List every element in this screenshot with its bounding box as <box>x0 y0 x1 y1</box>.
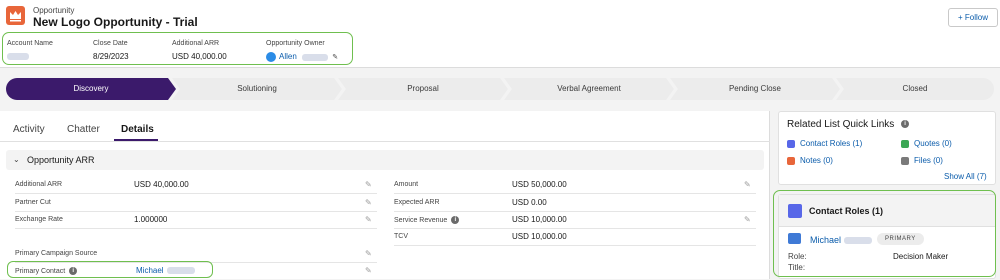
quick-links-title: Related List Quick Links <box>787 119 895 130</box>
edit-pencil-icon[interactable]: ✎ <box>744 180 751 189</box>
highlight-opportunity-owner: Opportunity Owner Allen ✎ <box>266 40 338 62</box>
edit-pencil-icon[interactable]: ✎ <box>365 180 372 189</box>
tab-details[interactable]: Details <box>121 124 154 135</box>
quick-link-label: Quotes (0) <box>914 139 952 148</box>
chevron-down-icon: ⌄ <box>13 155 20 164</box>
contact-roles-annotation <box>773 190 996 277</box>
field-row: Additional ARR USD 40,000.00 ✎ <box>15 178 377 194</box>
field-label: Service Revenue <box>394 216 448 224</box>
quick-link-files[interactable]: Files (0) <box>901 156 943 165</box>
tab-activity[interactable]: Activity <box>13 124 45 135</box>
close-date-label: Close Date <box>93 40 128 47</box>
field-label: Expected ARR <box>394 199 440 206</box>
record-header: Opportunity New Logo Opportunity - Trial… <box>0 0 1000 68</box>
notes-icon <box>787 156 795 165</box>
section-opportunity-arr[interactable]: ⌄ Opportunity ARR <box>6 150 764 170</box>
additional-arr-label: Additional ARR <box>172 40 220 47</box>
field-label: Amount <box>394 181 419 188</box>
related-list-quick-links: Related List Quick Links i Contact Roles… <box>778 111 996 185</box>
quick-link-label: Contact Roles (1) <box>800 139 863 148</box>
record-title: New Logo Opportunity - Trial <box>33 15 198 29</box>
crown-icon <box>6 6 25 25</box>
field-row: Expected ARR USD 0.00 <box>394 196 756 212</box>
stage-closed[interactable]: Closed <box>836 78 994 100</box>
quotes-icon <box>901 139 909 148</box>
highlight-close-date: Close Date 8/29/2023 <box>93 40 129 61</box>
owner-link[interactable]: Allen <box>279 52 297 61</box>
field-row: Amount USD 50,000.00 ✎ <box>394 178 756 194</box>
object-type-label: Opportunity <box>33 6 75 15</box>
edit-pencil-icon[interactable]: ✎ <box>365 266 372 275</box>
show-all-link[interactable]: Show All (7) <box>944 172 987 181</box>
field-label: Primary Campaign Source <box>15 250 98 257</box>
edit-pencil-icon[interactable]: ✎ <box>744 215 751 224</box>
follow-button[interactable]: + Follow <box>948 8 998 27</box>
opportunity-owner-label: Opportunity Owner <box>266 40 325 47</box>
owner-avatar <box>266 52 276 62</box>
field-label: Partner Cut <box>15 199 51 206</box>
field-label: Exchange Rate <box>15 216 63 223</box>
quick-link-notes[interactable]: Notes (0) <box>787 156 833 165</box>
additional-arr-value: USD 40,000.00 <box>172 52 227 61</box>
field-value: 1.000000 <box>134 215 168 224</box>
stage-pending-close[interactable]: Pending Close <box>670 78 840 100</box>
tab-chatter[interactable]: Chatter <box>67 124 100 135</box>
edit-pencil-icon[interactable]: ✎ <box>365 249 372 258</box>
field-value: USD 10,000.00 <box>512 215 567 224</box>
primary-contact-annotation <box>7 261 213 278</box>
follow-label: Follow <box>964 13 989 22</box>
info-icon[interactable]: i <box>901 120 910 129</box>
stage-discovery[interactable]: Discovery <box>6 78 176 100</box>
files-icon <box>901 156 909 165</box>
quick-link-quotes[interactable]: Quotes (0) <box>901 139 952 148</box>
edit-pencil-icon[interactable]: ✎ <box>365 198 372 207</box>
field-label: TCV <box>394 233 408 240</box>
highlight-account-name: Account Name <box>7 40 53 61</box>
field-value: USD 40,000.00 <box>134 180 189 189</box>
account-name-link[interactable] <box>7 53 29 61</box>
quick-link-label: Notes (0) <box>800 156 833 165</box>
tab-divider <box>0 141 770 142</box>
edit-pencil-icon[interactable]: ✎ <box>365 215 372 224</box>
field-label: Additional ARR <box>15 181 63 188</box>
field-value: USD 0.00 <box>512 198 547 207</box>
section-title: Opportunity ARR <box>27 155 95 165</box>
field-row: Exchange Rate 1.000000 ✎ <box>15 213 377 229</box>
stage-proposal[interactable]: Proposal <box>338 78 508 100</box>
stage-verbal-agreement[interactable]: Verbal Agreement <box>504 78 674 100</box>
contact-roles-icon <box>787 139 795 148</box>
highlight-additional-arr: Additional ARR USD 40,000.00 <box>172 40 227 61</box>
quick-link-contact-roles[interactable]: Contact Roles (1) <box>787 139 862 148</box>
stage-path: Discovery Solutioning Proposal Verbal Ag… <box>6 78 994 100</box>
close-date-value: 8/29/2023 <box>93 52 129 61</box>
owner-name-redacted <box>302 53 329 61</box>
field-row: Service Revenue i USD 10,000.00 ✎ <box>394 213 756 229</box>
field-value: USD 10,000.00 <box>512 232 567 241</box>
info-icon[interactable]: i <box>451 216 460 224</box>
field-value: USD 50,000.00 <box>512 180 567 189</box>
account-name-label: Account Name <box>7 40 53 47</box>
change-owner-icon[interactable]: ✎ <box>332 54 338 61</box>
plus-icon: + <box>957 13 963 22</box>
stage-solutioning[interactable]: Solutioning <box>172 78 342 100</box>
record-detail-panel: Activity Chatter Details ⌄ Opportunity A… <box>0 111 770 279</box>
field-row: Partner Cut ✎ <box>15 196 377 212</box>
quick-link-label: Files (0) <box>914 156 943 165</box>
field-row: TCV USD 10,000.00 <box>394 230 756 246</box>
